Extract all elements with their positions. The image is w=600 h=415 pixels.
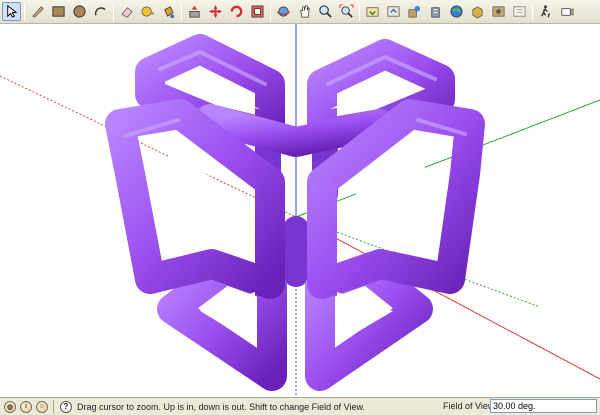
paint-bucket-tool-icon bbox=[164, 6, 175, 19]
rotate-tool-icon bbox=[230, 5, 243, 18]
get-photo-texture-icon bbox=[492, 6, 505, 17]
eraser-tool-button[interactable] bbox=[117, 2, 136, 21]
offset-tool-icon bbox=[251, 5, 264, 18]
rotate-tool-button[interactable] bbox=[227, 2, 246, 21]
help-icon[interactable]: ? bbox=[60, 400, 72, 413]
paint-bucket-tool-button[interactable] bbox=[159, 2, 178, 21]
circle-tool-button[interactable] bbox=[70, 2, 89, 21]
geo-location-status-icon[interactable]: ◍ bbox=[4, 400, 16, 413]
share-model-icon bbox=[387, 6, 400, 17]
toolbar-separator bbox=[270, 2, 271, 21]
share-model-button[interactable] bbox=[384, 2, 403, 21]
pan-tool-button[interactable] bbox=[295, 2, 314, 21]
offset-tool-button[interactable] bbox=[248, 2, 267, 21]
status-message: Drag cursor to zoom. Up is in, down is o… bbox=[77, 401, 365, 412]
select-tool-button[interactable] bbox=[2, 2, 21, 21]
components-button[interactable] bbox=[468, 2, 487, 21]
user-sign-in-status-icon[interactable]: ☺ bbox=[36, 400, 48, 413]
rectangle-tool-button[interactable] bbox=[49, 2, 68, 21]
geo-location-button[interactable] bbox=[405, 2, 424, 21]
push-pull-tool-icon bbox=[189, 5, 200, 18]
zoom-extents-tool-button[interactable] bbox=[337, 2, 356, 21]
tape-measure-tool-icon bbox=[141, 6, 155, 17]
zoom-tool-button[interactable] bbox=[316, 2, 335, 21]
walk-tool-icon bbox=[541, 5, 550, 18]
arc-tool-icon bbox=[94, 7, 106, 16]
components-icon bbox=[472, 6, 483, 19]
rectangle-tool-icon bbox=[52, 6, 65, 17]
get-photo-texture-button[interactable] bbox=[489, 2, 508, 21]
tube-cube-model[interactable] bbox=[105, 34, 485, 391]
circle-tool-icon bbox=[73, 5, 86, 18]
extension-warehouse-button[interactable] bbox=[510, 2, 529, 21]
add-building-icon bbox=[431, 7, 440, 18]
get-models-icon bbox=[366, 7, 379, 17]
toolbar-separator bbox=[359, 2, 360, 21]
eraser-tool-icon bbox=[121, 7, 133, 18]
push-pull-tool-button[interactable] bbox=[185, 2, 204, 21]
walk-tool-button[interactable] bbox=[536, 2, 555, 21]
orbit-tool-icon bbox=[277, 6, 290, 17]
toolbar-separator bbox=[113, 2, 114, 21]
drawing-viewport[interactable] bbox=[0, 24, 600, 398]
zoom-tool-icon bbox=[319, 5, 332, 18]
credits-status-icon[interactable]: i bbox=[20, 400, 32, 413]
preview-in-earth-icon bbox=[450, 5, 463, 18]
tape-measure-tool-button[interactable] bbox=[138, 2, 157, 21]
position-camera-tool-button[interactable] bbox=[557, 2, 576, 21]
main-toolbar bbox=[0, 0, 600, 24]
position-camera-tool-icon bbox=[561, 8, 574, 16]
preview-in-earth-button[interactable] bbox=[447, 2, 466, 21]
status-divider bbox=[53, 400, 54, 413]
pan-tool-icon bbox=[300, 5, 310, 18]
measurements-input[interactable] bbox=[490, 399, 597, 413]
arc-tool-button[interactable] bbox=[91, 2, 110, 21]
measurements-label: Field of View bbox=[443, 401, 495, 411]
move-tool-button[interactable] bbox=[206, 2, 225, 21]
zoom-extents-tool-icon bbox=[339, 4, 354, 18]
pencil-line-tool-icon bbox=[32, 6, 44, 18]
model-scene bbox=[0, 24, 600, 397]
toolbar-separator bbox=[181, 2, 182, 21]
toolbar-separator bbox=[24, 2, 25, 21]
select-tool-icon bbox=[7, 4, 18, 18]
move-tool-icon bbox=[208, 4, 223, 19]
add-building-button[interactable] bbox=[426, 2, 445, 21]
geo-location-icon bbox=[408, 5, 421, 18]
get-models-button[interactable] bbox=[363, 2, 382, 21]
status-bar: ◍ i ☺ ? Drag cursor to zoom. Up is in, d… bbox=[0, 398, 600, 415]
extension-warehouse-icon bbox=[513, 6, 526, 17]
toolbar-separator bbox=[532, 2, 533, 21]
orbit-tool-button[interactable] bbox=[274, 2, 293, 21]
pencil-line-tool-button[interactable] bbox=[28, 2, 47, 21]
